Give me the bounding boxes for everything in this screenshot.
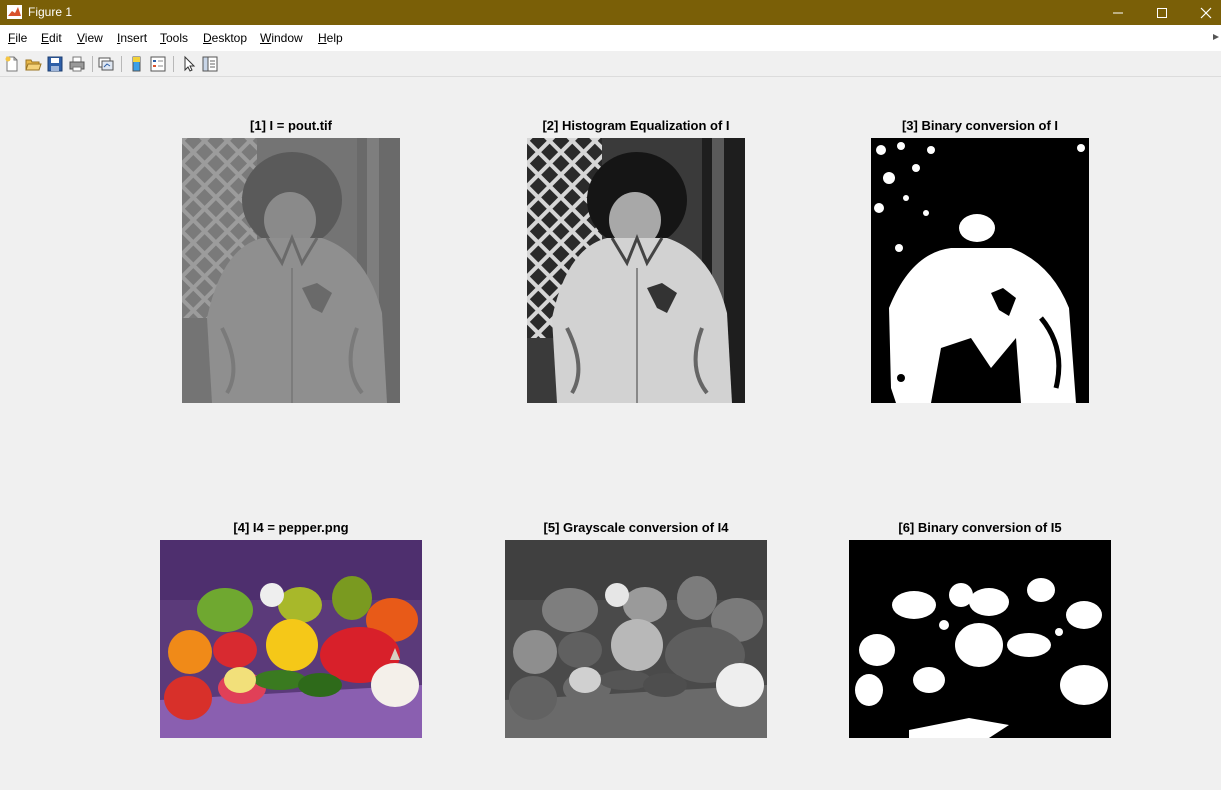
axes-title-4: [4] I4 = pepper.png: [233, 520, 349, 535]
minimize-button[interactable]: [1096, 0, 1140, 25]
axes-title-5: [5] Grayscale conversion of I4: [543, 520, 729, 535]
close-button[interactable]: [1184, 0, 1221, 25]
menu-tools[interactable]: Tools: [160, 31, 188, 45]
image-binary-pout: [871, 138, 1089, 403]
title-bar: Figure 1: [0, 0, 1221, 25]
link-plot-icon[interactable]: [97, 55, 115, 73]
close-icon: [1200, 7, 1212, 18]
axes-title-2: [2] Histogram Equalization of I: [542, 118, 730, 133]
dock-arrow-icon[interactable]: [1213, 34, 1219, 40]
axes-title-3: [3] Binary conversion of I: [901, 118, 1059, 133]
legend-icon[interactable]: [149, 55, 167, 73]
menu-insert[interactable]: Insert: [117, 31, 147, 45]
open-file-icon[interactable]: [24, 55, 42, 73]
toolbar-separator: [173, 56, 174, 72]
toolbar-separator: [92, 56, 93, 72]
toolbar: [0, 51, 1221, 77]
print-icon[interactable]: [68, 55, 86, 73]
maximize-button[interactable]: [1140, 0, 1184, 25]
menu-file[interactable]: File: [8, 31, 27, 45]
save-icon[interactable]: [46, 55, 64, 73]
pointer-icon[interactable]: [180, 55, 198, 73]
toolbar-separator: [121, 56, 122, 72]
image-pout: [182, 138, 400, 403]
menu-help[interactable]: Help: [318, 31, 343, 45]
menu-bar: File Edit View Insert Tools Desktop Wind…: [0, 25, 1221, 51]
new-figure-icon[interactable]: [3, 55, 21, 73]
axes-title-1: [1] I = pout.tif: [250, 118, 332, 133]
menu-edit[interactable]: Edit: [41, 31, 62, 45]
image-peppers-binary: [849, 540, 1111, 738]
image-peppers: [160, 540, 422, 738]
window-title: Figure 1: [28, 5, 73, 19]
maximize-icon: [1157, 7, 1167, 18]
colorbar-icon[interactable]: [128, 55, 146, 73]
image-peppers-gray: [505, 540, 767, 738]
menu-desktop[interactable]: Desktop: [203, 31, 247, 45]
image-histeq: [527, 138, 745, 403]
minimize-icon: [1113, 12, 1123, 13]
property-inspector-icon[interactable]: [201, 55, 219, 73]
menu-view[interactable]: View: [77, 31, 103, 45]
menu-window[interactable]: Window: [260, 31, 303, 45]
matlab-icon: [7, 5, 22, 19]
axes-title-6: [6] Binary conversion of I5: [898, 520, 1062, 535]
